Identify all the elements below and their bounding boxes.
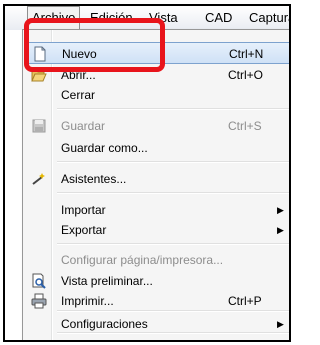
menu-item-proyectos-recientes[interactable]: Proyectos abiertos últimamente ▶	[25, 335, 289, 340]
menu-separator	[57, 243, 289, 245]
menu-separator	[57, 192, 289, 194]
menubar-archivo[interactable]: Archivo	[27, 6, 81, 30]
menu-item-configurar-pagina[interactable]: Configurar página/impresora...	[25, 249, 289, 271]
menu-item-shortcut: Ctrl+N	[229, 47, 264, 61]
menu-item-label: Importar	[61, 203, 106, 217]
screenshot-frame: Archivo Edición Vista CAD Captura Nuevo …	[3, 4, 291, 342]
menubar-edicion[interactable]: Edición	[86, 6, 137, 30]
menu-item-imprimir[interactable]: Imprimir... Ctrl+P	[25, 290, 289, 312]
menu-item-label: Abrir...	[61, 68, 96, 82]
menubar-captura[interactable]: Captura	[245, 6, 289, 30]
menu-item-label: Vista preliminar...	[61, 274, 153, 288]
menu-item-nuevo[interactable]: Nuevo Ctrl+N	[25, 42, 289, 64]
wand-icon	[31, 171, 47, 187]
menu-item-label: Configurar página/impresora...	[61, 253, 224, 267]
menubar-vista[interactable]: Vista	[145, 6, 182, 30]
new-document-icon	[32, 46, 48, 62]
menu-separator	[57, 108, 289, 110]
menu-item-guardar-como[interactable]: Guardar como...	[25, 137, 289, 159]
submenu-arrow-icon: ▶	[277, 225, 284, 235]
menu-item-abrir[interactable]: Abrir... Ctrl+O	[25, 64, 289, 86]
menu-separator	[57, 310, 289, 312]
menu-item-cerrar[interactable]: Cerrar	[25, 84, 289, 106]
printer-icon	[31, 293, 47, 309]
menu-item-importar[interactable]: Importar ▶	[25, 199, 289, 221]
submenu-arrow-icon: ▶	[277, 335, 284, 340]
menu-item-label: Imprimir...	[61, 294, 114, 308]
submenu-arrow-icon: ▶	[277, 205, 284, 215]
menu-item-vista-preliminar[interactable]: Vista preliminar...	[25, 270, 289, 292]
archivo-dropdown-menu: Nuevo Ctrl+N Abrir... Ctrl+O Cerrar Guar…	[22, 29, 289, 340]
menu-separator	[57, 332, 289, 334]
menu-item-shortcut: Ctrl+P	[228, 294, 262, 308]
menu-separator	[57, 161, 289, 163]
menu-item-label: Asistentes...	[61, 172, 127, 186]
menu-item-label: Exportar	[61, 223, 107, 237]
menu-item-exportar[interactable]: Exportar ▶	[25, 219, 289, 241]
menu-item-label: Guardar	[61, 119, 106, 133]
menubar-cad[interactable]: CAD	[201, 6, 236, 30]
menu-item-shortcut: Ctrl+O	[228, 68, 264, 82]
menu-item-label: Cerrar	[61, 88, 96, 102]
menu-bar: Archivo Edición Vista CAD Captura	[5, 6, 289, 30]
menu-item-guardar[interactable]: Guardar Ctrl+S	[25, 115, 289, 137]
menu-item-asistentes[interactable]: Asistentes...	[25, 168, 289, 190]
open-folder-icon	[31, 67, 47, 83]
print-preview-icon	[31, 273, 47, 289]
save-icon	[31, 118, 47, 134]
menu-item-label: Proyectos abiertos últimamente	[61, 335, 229, 340]
menu-item-shortcut: Ctrl+S	[228, 119, 262, 133]
menu-item-label: Guardar como...	[61, 141, 148, 155]
menu-item-label: Nuevo	[62, 47, 97, 61]
